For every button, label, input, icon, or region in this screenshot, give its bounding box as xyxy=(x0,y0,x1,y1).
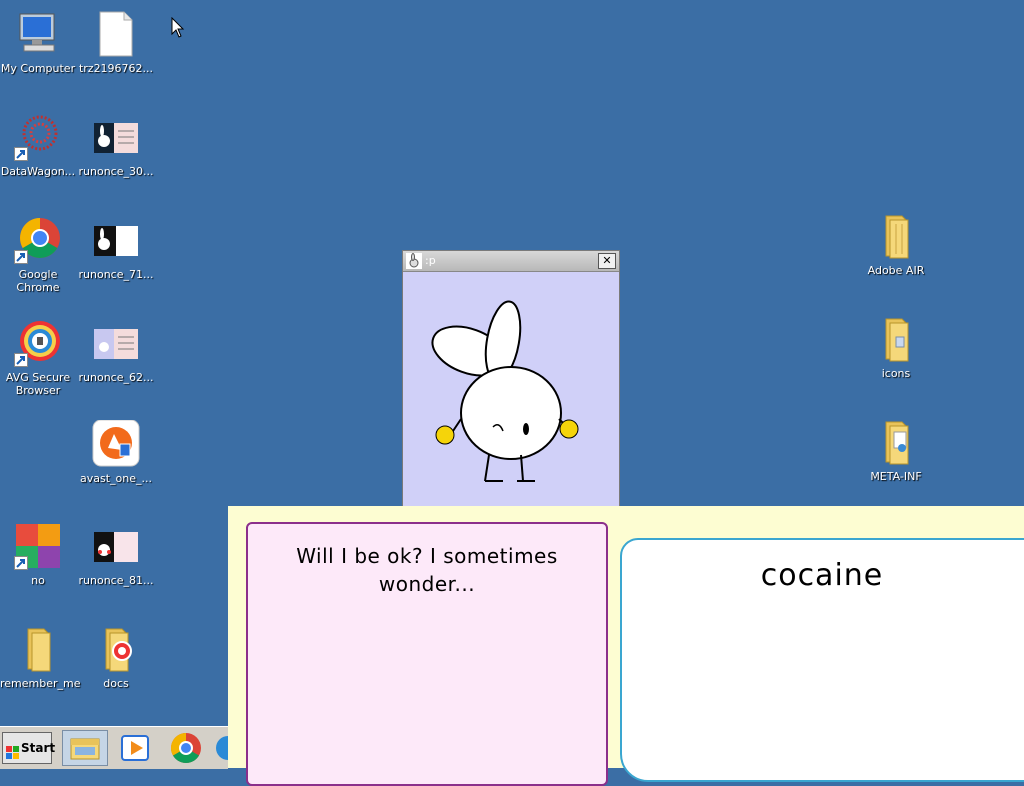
desktop-icon-datawagon[interactable]: DataWagon... xyxy=(0,113,76,178)
image-thumb-icon xyxy=(92,522,140,570)
desktop-icon-label: Google Chrome xyxy=(16,268,60,294)
taskbar: Start xyxy=(0,726,240,769)
image-thumb-icon xyxy=(92,216,140,264)
explorer-icon xyxy=(70,738,100,760)
chrome-icon xyxy=(170,733,201,764)
message-overlay: Will I be ok? I sometimes wonder... coca… xyxy=(228,506,1024,786)
desktop-icon-docs[interactable]: docs xyxy=(78,625,154,690)
folder-icon xyxy=(92,625,140,673)
browser-icon xyxy=(216,736,240,760)
desktop-icon-trz-file[interactable]: trz2196762... xyxy=(78,10,154,75)
desktop-icon-label: icons xyxy=(881,367,911,380)
taskbar-chrome-button[interactable] xyxy=(164,730,210,766)
avast-icon xyxy=(92,419,140,468)
close-button[interactable]: ✕ xyxy=(598,253,616,269)
image-thumb-icon xyxy=(92,113,140,161)
desktop-icon-label: runonce_71... xyxy=(78,268,154,281)
desktop-icon-label: runonce_62... xyxy=(78,371,154,384)
word-text: cocaine xyxy=(760,558,884,593)
popup-window[interactable]: :p ✕ xyxy=(402,250,620,508)
avg-browser-icon xyxy=(14,319,62,367)
shortcut-arrow-icon xyxy=(14,556,28,570)
desktop-icon-label: runonce_81... xyxy=(78,574,154,587)
desktop-icon-meta-inf[interactable]: META-INF xyxy=(858,418,934,483)
taskbar-partial-button[interactable] xyxy=(214,730,240,766)
popup-titlebar[interactable]: :p ✕ xyxy=(403,251,619,272)
desktop-icon-runonce-71[interactable]: runonce_71... xyxy=(78,216,154,281)
datawagon-icon xyxy=(14,113,62,161)
folder-icon xyxy=(14,625,62,673)
windows-flag-icon xyxy=(6,741,20,759)
desktop-icon-label: docs xyxy=(103,677,129,690)
mouse-cursor-icon xyxy=(171,16,185,39)
chrome-icon xyxy=(14,216,62,264)
word-card: cocaine xyxy=(620,538,1024,782)
desktop-icon-label: Adobe AIR xyxy=(867,264,925,277)
desktop-icon-no[interactable]: no xyxy=(0,522,76,587)
folder-icon xyxy=(872,418,920,466)
desktop-icon-google-chrome[interactable]: Google Chrome xyxy=(0,216,76,294)
desktop-icon-runonce-30[interactable]: runonce_30... xyxy=(78,113,154,178)
desktop-icon-avg-secure-browser[interactable]: AVG Secure Browser xyxy=(0,319,76,397)
desktop-icon-label: runonce_30... xyxy=(78,165,154,178)
desktop-icon-label: AVG Secure Browser xyxy=(5,371,71,397)
bunny-illustration xyxy=(403,271,619,507)
shortcut-arrow-icon xyxy=(14,147,28,161)
avg-tiles-icon xyxy=(14,522,62,570)
shortcut-arrow-icon xyxy=(14,353,28,367)
taskbar-media-player-button[interactable] xyxy=(114,730,160,766)
message-text: Will I be ok? I sometimes wonder... xyxy=(296,544,558,596)
folder-icon xyxy=(872,212,920,260)
folder-icon xyxy=(872,315,920,363)
desktop-icon-runonce-81[interactable]: runonce_81... xyxy=(78,522,154,587)
desktop-icon-label: avast_one_... xyxy=(80,472,152,485)
desktop-icon-label: META-INF xyxy=(870,470,922,483)
message-card: Will I be ok? I sometimes wonder... xyxy=(246,522,608,786)
desktop-icon-icons-folder[interactable]: icons xyxy=(858,315,934,380)
computer-icon xyxy=(14,10,62,58)
desktop-icon-my-computer[interactable]: My Computer xyxy=(0,10,76,75)
desktop-icon-runonce-62[interactable]: runonce_62... xyxy=(78,319,154,384)
desktop-icon-label: DataWagon... xyxy=(0,165,76,178)
bunny-app-icon xyxy=(406,253,422,269)
file-icon xyxy=(92,10,140,58)
desktop-icon-remember-me[interactable]: remember_me xyxy=(0,625,81,690)
media-player-icon xyxy=(121,735,149,761)
taskbar-explorer-button[interactable] xyxy=(62,730,108,766)
desktop-icon-label: trz2196762... xyxy=(78,62,154,75)
desktop-icon-avast-one[interactable]: avast_one_... xyxy=(78,419,154,485)
popup-title: :p xyxy=(425,254,436,267)
start-button[interactable]: Start xyxy=(2,732,56,764)
start-label: Start xyxy=(21,741,56,755)
desktop-icon-label: remember_me xyxy=(0,677,81,690)
image-thumb-icon xyxy=(92,319,140,367)
desktop-icon-adobe-air[interactable]: Adobe AIR xyxy=(858,212,934,277)
shortcut-arrow-icon xyxy=(14,250,28,264)
desktop-icon-label: My Computer xyxy=(0,62,76,75)
desktop-icon-label: no xyxy=(31,574,45,587)
